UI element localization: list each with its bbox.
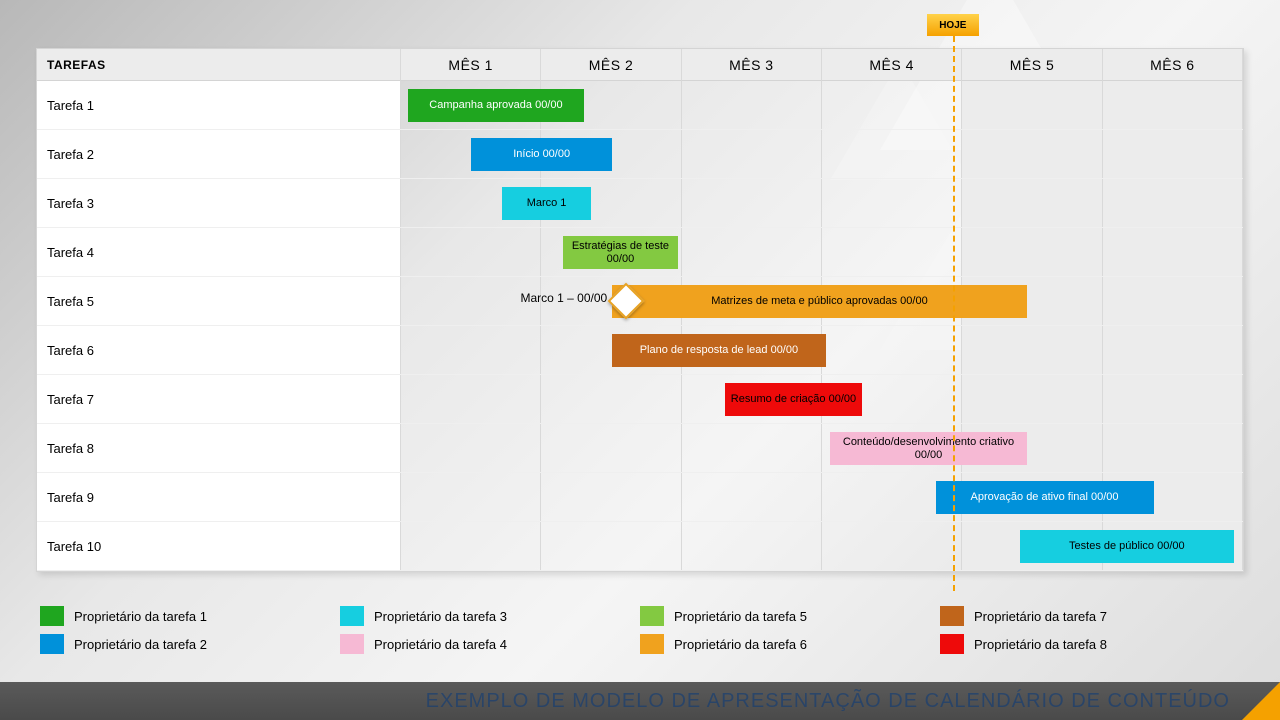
legend-label: Proprietário da tarefa 2 (74, 637, 207, 652)
task-rows: Tarefa 1Campanha aprovada 00/00Tarefa 2 I… (37, 81, 1243, 571)
table-row: Tarefa 3 Marco 1 (37, 179, 1243, 228)
gantt-bar: Aprovação de ativo final 00/00 (936, 481, 1154, 514)
gantt-bar: Campanha aprovada 00/00 (408, 89, 584, 122)
task-label: Tarefa 4 (37, 228, 401, 276)
gantt-bar: Testes de público 00/00 (1020, 530, 1234, 563)
task-label: Tarefa 8 (37, 424, 401, 472)
legend-item: Proprietário da tarefa 2 (40, 634, 340, 654)
legend-swatch (640, 606, 664, 626)
legend: Proprietário da tarefa 1 Proprietário da … (40, 602, 1240, 658)
gantt-bar: Início 00/00 (471, 138, 612, 171)
legend-label: Proprietário da tarefa 7 (974, 609, 1107, 624)
legend-item: Proprietário da tarefa 5 (640, 606, 940, 626)
legend-swatch (940, 606, 964, 626)
task-label: Tarefa 5 (37, 277, 401, 325)
month-header: MÊS 2 (541, 49, 681, 81)
legend-swatch (340, 606, 364, 626)
month-header: MÊS 1 (401, 49, 541, 81)
gantt-bar: Marco 1 (502, 187, 591, 220)
gantt-bar: Matrizes de meta e público aprovadas 00/… (612, 285, 1027, 318)
legend-item: Proprietário da tarefa 1 (40, 606, 340, 626)
footer-bar: EXEMPLO DE MODELO DE APRESENTAÇÃO DE CAL… (0, 682, 1280, 720)
tasks-header: TAREFAS (37, 49, 401, 81)
legend-item: Proprietário da tarefa 3 (340, 606, 640, 626)
legend-item: Proprietário da tarefa 7 (940, 606, 1240, 626)
task-label: Tarefa 6 (37, 326, 401, 374)
legend-item: Proprietário da tarefa 8 (940, 634, 1240, 654)
legend-swatch (940, 634, 964, 654)
task-label: Tarefa 7 (37, 375, 401, 423)
month-header: MÊS 6 (1103, 49, 1243, 81)
table-row: Tarefa 4 Estratégias de teste 00/00 (37, 228, 1243, 277)
legend-swatch (40, 634, 64, 654)
legend-swatch (340, 634, 364, 654)
gantt-bar: Estratégias de teste 00/00 (563, 236, 678, 269)
legend-label: Proprietário da tarefa 8 (974, 637, 1107, 652)
table-row: Tarefa 6 Plano de resposta de lead 00/00 (37, 326, 1243, 375)
legend-label: Proprietário da tarefa 4 (374, 637, 507, 652)
milestone-label: Marco 1 – 00/00 (520, 291, 607, 305)
task-label: Tarefa 10 (37, 522, 401, 570)
table-row: Tarefa 10 Testes de público 00/00 (37, 522, 1243, 571)
month-header-row: TAREFASMÊS 1MÊS 2MÊS 3MÊS 4MÊS 5MÊS 6 (37, 49, 1243, 81)
table-row: Tarefa 5 Marco 1 – 00/00 Matrizes de meta … (37, 277, 1243, 326)
corner-accent (1242, 682, 1280, 720)
table-row: Tarefa 9 Aprovação de ativo final 00/00 (37, 473, 1243, 522)
legend-item: Proprietário da tarefa 6 (640, 634, 940, 654)
legend-swatch (40, 606, 64, 626)
legend-label: Proprietário da tarefa 1 (74, 609, 207, 624)
gantt-chart: TAREFASMÊS 1MÊS 2MÊS 3MÊS 4MÊS 5MÊS 6 Ta… (36, 48, 1244, 572)
month-header: MÊS 3 (682, 49, 822, 81)
month-header: MÊS 4 (822, 49, 962, 81)
legend-label: Proprietário da tarefa 3 (374, 609, 507, 624)
legend-label: Proprietário da tarefa 6 (674, 637, 807, 652)
task-label: Tarefa 9 (37, 473, 401, 521)
task-label: Tarefa 1 (37, 81, 401, 129)
legend-item: Proprietário da tarefa 4 (340, 634, 640, 654)
legend-swatch (640, 634, 664, 654)
task-label: Tarefa 2 (37, 130, 401, 178)
gantt-bar: Plano de resposta de lead 00/00 (612, 334, 826, 367)
month-header: MÊS 5 (962, 49, 1102, 81)
table-row: Tarefa 8 Conteúdo/desenvolvimento criativ… (37, 424, 1243, 473)
gantt-bar: Resumo de criação 00/00 (725, 383, 863, 416)
today-line (953, 36, 955, 591)
task-label: Tarefa 3 (37, 179, 401, 227)
footer-title: EXEMPLO DE MODELO DE APRESENTAÇÃO DE CAL… (426, 690, 1230, 713)
today-marker: HOJE (927, 14, 979, 36)
table-row: Tarefa 1Campanha aprovada 00/00 (37, 81, 1243, 130)
gantt-bar: Conteúdo/desenvolvimento criativo 00/00 (830, 432, 1027, 465)
table-row: Tarefa 7 Resumo de criação 00/00 (37, 375, 1243, 424)
table-row: Tarefa 2 Início 00/00 (37, 130, 1243, 179)
legend-label: Proprietário da tarefa 5 (674, 609, 807, 624)
